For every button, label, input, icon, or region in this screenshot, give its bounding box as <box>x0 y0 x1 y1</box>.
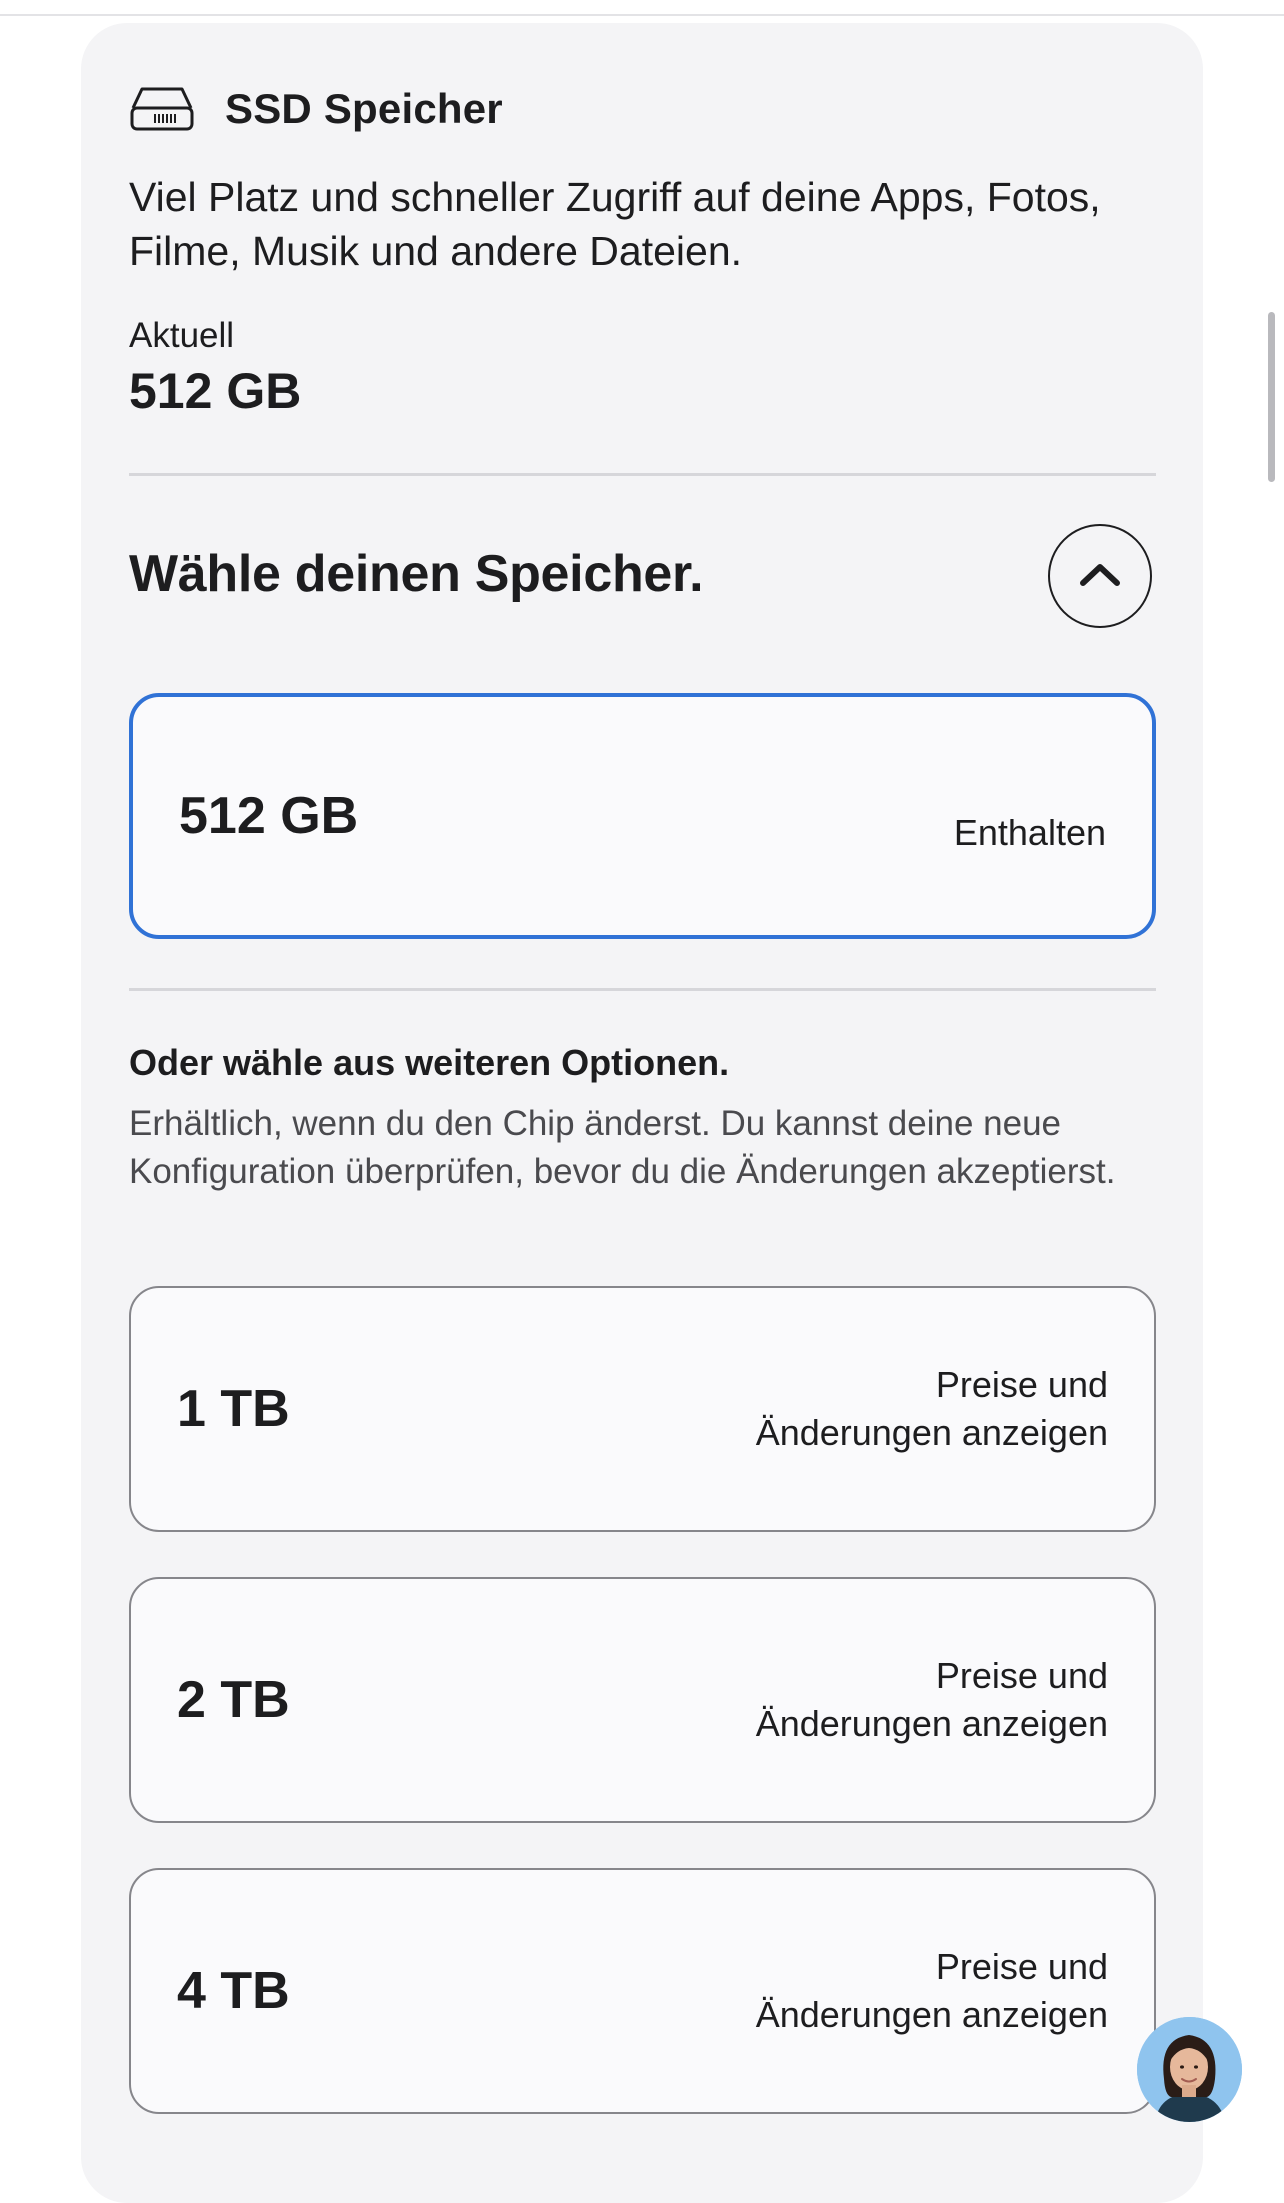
more-options-heading: Oder wähle aus weiteren Optionen. <box>129 1042 730 1083</box>
option-price-link[interactable]: Preise und Änderungen anzeigen <box>756 1652 1108 1748</box>
storage-option[interactable]: 4 TB Preise und Änderungen anzeigen <box>129 1868 1156 2114</box>
choose-storage-heading: Wähle deinen Speicher. <box>129 545 704 603</box>
section-title: SSD Speicher <box>225 85 503 132</box>
support-agent-avatar <box>1137 2017 1242 2122</box>
scrollbar-thumb[interactable] <box>1268 312 1275 482</box>
storage-option-selected[interactable]: 512 GB Enthalten <box>129 693 1156 939</box>
section-header: SSD Speicher <box>129 84 503 134</box>
more-options-description: Erhältlich, wenn du den Chip änderst. Du… <box>129 1104 1116 1191</box>
option-size: 1 TB <box>177 1380 290 1438</box>
option-size: 2 TB <box>177 1671 290 1729</box>
top-divider <box>0 14 1284 16</box>
option-price-link[interactable]: Preise und Änderungen anzeigen <box>756 1943 1108 2039</box>
option-size: 512 GB <box>179 787 359 845</box>
option-included-label: Enthalten <box>953 811 1106 853</box>
option-price-link[interactable]: Preise und Änderungen anzeigen <box>756 1361 1108 1457</box>
option-size: 4 TB <box>177 1962 290 2020</box>
collapse-toggle-button[interactable] <box>1048 524 1152 628</box>
storage-option[interactable]: 2 TB Preise und Änderungen anzeigen <box>129 1577 1156 1823</box>
chevron-up-icon <box>1078 560 1122 593</box>
chat-support-avatar-button[interactable] <box>1137 2017 1242 2122</box>
ssd-drive-icon <box>129 84 195 134</box>
current-label: Aktuell <box>129 316 235 355</box>
storage-option[interactable]: 1 TB Preise und Änderungen anzeigen <box>129 1286 1156 1532</box>
divider <box>129 988 1156 991</box>
current-value: 512 GB <box>129 363 302 419</box>
section-description: Viel Platz und schneller Zugriff auf dei… <box>129 174 1101 274</box>
divider <box>129 473 1156 476</box>
